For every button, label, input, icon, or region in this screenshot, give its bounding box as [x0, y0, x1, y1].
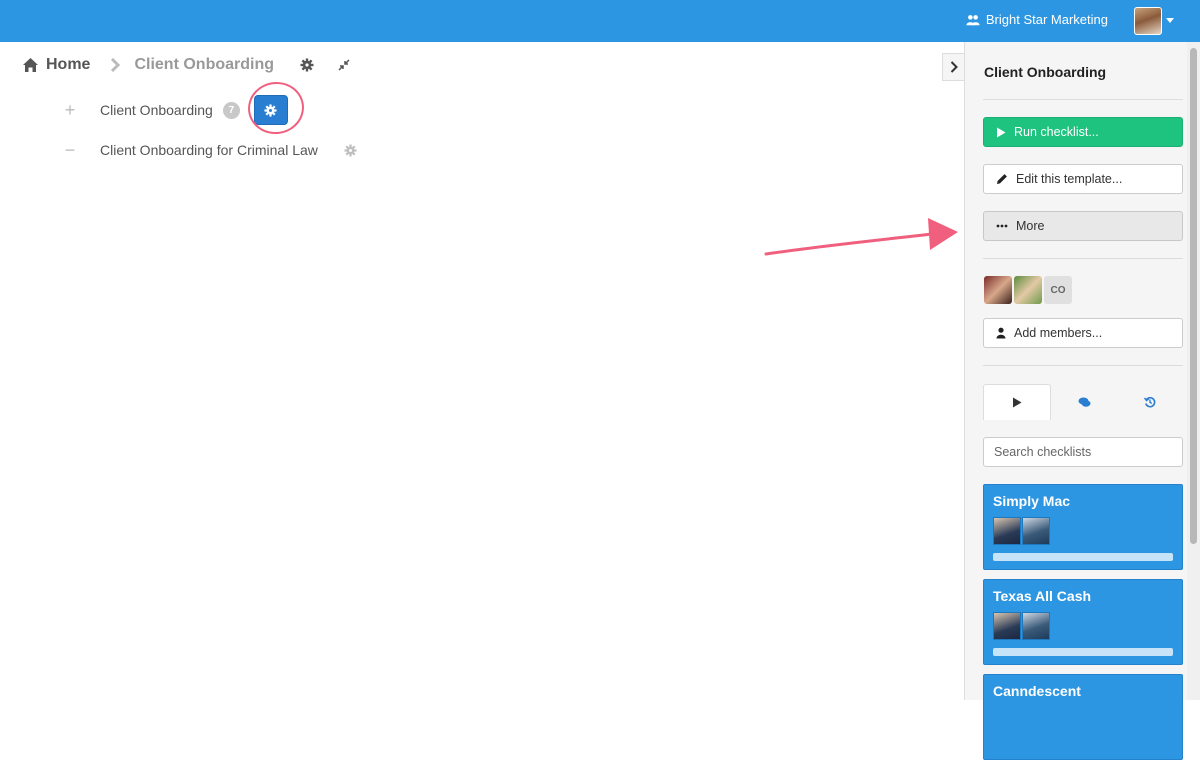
checklist-assignees	[993, 517, 1050, 545]
run-checklist-label: Run checklist...	[1014, 125, 1099, 139]
sidebar-collapse-button[interactable]	[942, 53, 964, 81]
divider	[983, 365, 1183, 366]
organization-switcher[interactable]: Bright Star Marketing	[966, 12, 1108, 27]
play-icon	[1013, 397, 1022, 408]
assignee-avatar	[1022, 517, 1050, 545]
breadcrumb-home-label: Home	[46, 56, 91, 73]
users-icon	[966, 14, 980, 25]
annotation-arrow	[764, 218, 958, 256]
add-members-button[interactable]: Add members...	[983, 318, 1183, 348]
checklist-progress-bar	[993, 648, 1173, 656]
tree-item-label[interactable]: Client Onboarding for Criminal Law	[100, 142, 318, 158]
annotation-circle	[244, 78, 308, 138]
chevron-right-icon	[111, 58, 121, 72]
checklist-name: Canndescent	[993, 683, 1081, 699]
edit-template-label: Edit this template...	[1016, 172, 1123, 186]
assignee-avatar	[1022, 612, 1050, 640]
collapse-icon[interactable]: −	[60, 140, 80, 161]
member-avatar[interactable]	[1014, 276, 1042, 304]
search-checklists-input[interactable]	[983, 437, 1183, 467]
play-icon	[997, 127, 1006, 137]
ellipsis-icon	[996, 224, 1008, 228]
member-avatar[interactable]	[984, 276, 1012, 304]
edit-template-button[interactable]: Edit this template...	[983, 164, 1183, 194]
template-sidebar: Client Onboarding Run checklist... Edit …	[964, 42, 1200, 760]
checklist-name: Simply Mac	[993, 493, 1071, 509]
assignee-avatar	[993, 517, 1021, 545]
history-icon	[1144, 396, 1156, 408]
checklist-name: Texas All Cash	[993, 588, 1092, 604]
divider	[983, 99, 1183, 100]
checklist-card[interactable]: Canndescent	[983, 674, 1183, 760]
member-list: CO	[984, 276, 1072, 304]
assignee-avatar	[993, 612, 1021, 640]
user-icon	[996, 327, 1006, 339]
checklist-card[interactable]: Texas All Cash	[983, 579, 1183, 665]
user-avatar[interactable]	[1134, 7, 1162, 35]
add-members-label: Add members...	[1014, 326, 1103, 340]
breadcrumb-current: Client Onboarding	[134, 56, 274, 73]
expand-icon[interactable]: +	[60, 100, 80, 121]
pencil-icon	[997, 174, 1007, 184]
member-initials-avatar[interactable]: CO	[1044, 276, 1072, 304]
tab-active-checklists[interactable]	[983, 384, 1051, 420]
run-checklist-button[interactable]: Run checklist...	[983, 117, 1183, 147]
sidebar-scrollbar[interactable]	[1187, 42, 1200, 700]
sidebar-title: Client Onboarding	[984, 64, 1107, 80]
caret-down-icon[interactable]	[1166, 18, 1174, 23]
checklist-card[interactable]: Simply Mac	[983, 484, 1183, 570]
compress-icon[interactable]	[338, 59, 350, 71]
checklist-progress-bar	[993, 553, 1173, 561]
count-badge: 7	[222, 101, 240, 119]
organization-name: Bright Star Marketing	[985, 12, 1108, 27]
tree-item-client-onboarding-criminal-law[interactable]: − Client Onboarding for Criminal Law	[60, 136, 357, 164]
gear-icon[interactable]	[300, 58, 314, 72]
home-icon	[23, 58, 38, 72]
more-label: More	[1016, 219, 1045, 233]
sidebar-tabs	[983, 384, 1183, 420]
breadcrumb: Home Client Onboarding	[22, 54, 350, 76]
more-button[interactable]: More	[983, 211, 1183, 241]
chevron-right-icon	[950, 61, 958, 73]
tree-item-label[interactable]: Client Onboarding	[100, 102, 213, 118]
tab-history[interactable]	[1117, 384, 1183, 420]
tab-comments[interactable]	[1051, 384, 1117, 420]
gear-icon[interactable]	[344, 143, 357, 157]
divider	[983, 258, 1183, 259]
top-bar: Bright Star Marketing	[0, 0, 1200, 42]
breadcrumb-home[interactable]: Home	[22, 56, 90, 74]
checklist-assignees	[993, 612, 1050, 640]
scrollbar-thumb[interactable]	[1190, 48, 1197, 544]
comments-icon	[1078, 397, 1090, 407]
